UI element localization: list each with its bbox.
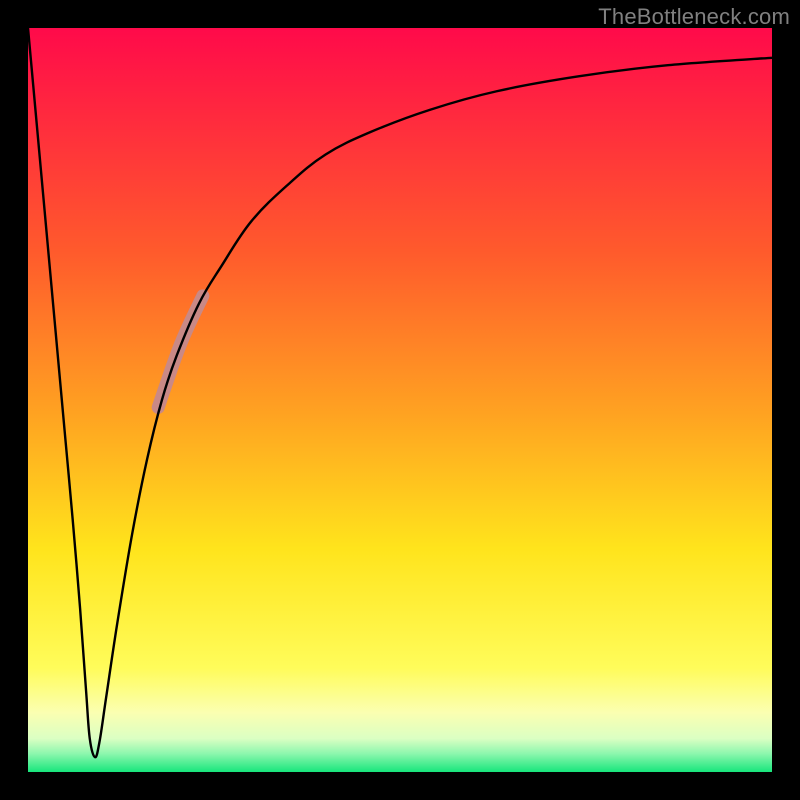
plot-area (28, 28, 772, 772)
curve-layer (28, 28, 772, 772)
bottleneck-curve (28, 28, 772, 757)
chart-frame: TheBottleneck.com (0, 0, 800, 800)
watermark-text: TheBottleneck.com (598, 4, 790, 30)
